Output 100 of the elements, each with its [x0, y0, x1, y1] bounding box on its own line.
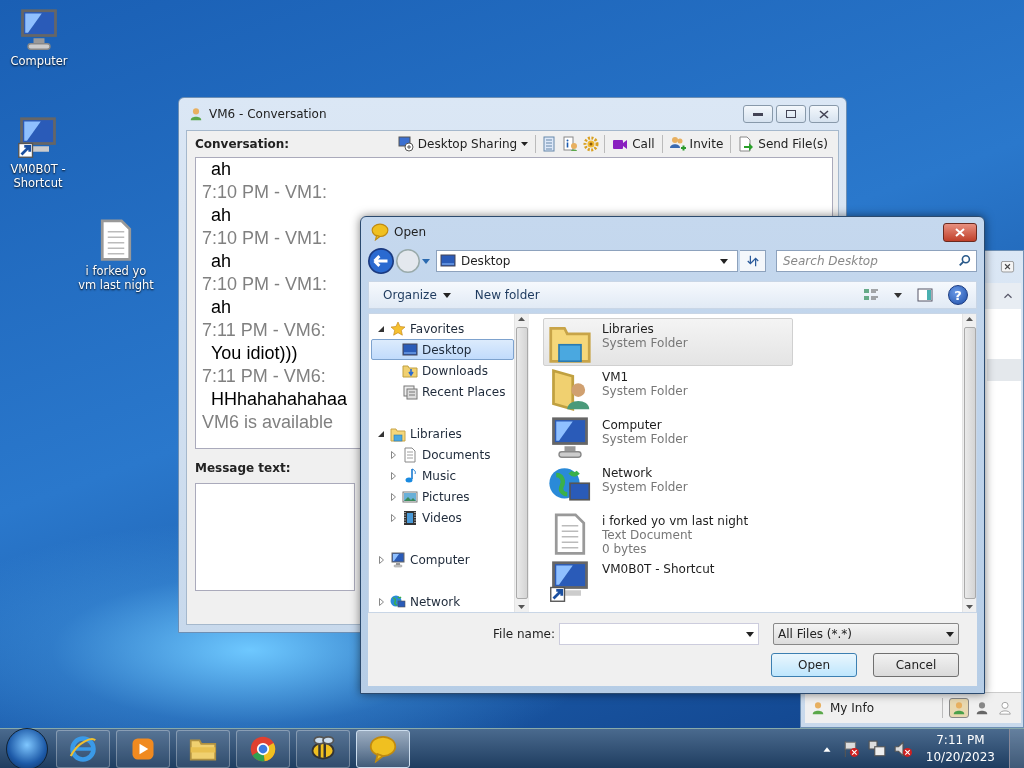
person-icon: [975, 700, 989, 716]
dropdown-arrow-icon: [521, 142, 529, 146]
expand-arrow-icon[interactable]: [390, 513, 396, 522]
restore-button[interactable]: [776, 105, 806, 123]
file-item[interactable]: VM0B0T - Shortcut: [543, 558, 793, 606]
expand-arrow-icon[interactable]: [390, 492, 396, 501]
person-icon: [952, 700, 966, 716]
address-bar[interactable]: Desktop: [436, 250, 738, 272]
person-icon: [189, 106, 203, 122]
nav-tree-item[interactable]: Computer: [371, 549, 514, 570]
expand-arrow-icon[interactable]: [378, 555, 384, 564]
browser-icon: [69, 734, 97, 763]
message-text: ah: [210, 158, 232, 181]
dropdown-arrow-icon: [946, 631, 954, 637]
message-header: 7:11 PM - VM6:: [202, 365, 326, 388]
people-add-icon: [669, 136, 686, 152]
nav-tree-item[interactable]: Documents: [371, 444, 514, 465]
preview-pane-icon[interactable]: [916, 287, 934, 303]
message-header: 7:10 PM - VM1:: [202, 227, 328, 250]
window-title: Open: [394, 225, 427, 239]
scroll-up-arrow-icon[interactable]: [966, 317, 973, 321]
scrollbar[interactable]: [962, 314, 976, 612]
expand-arrow-icon[interactable]: [390, 450, 396, 459]
restore-icon: [786, 110, 796, 118]
person-icon: [811, 700, 825, 716]
new-folder-button[interactable]: New folder: [468, 286, 546, 304]
collapse-arrow-icon[interactable]: [378, 430, 384, 437]
conversation-label: Conversation:: [195, 137, 290, 151]
file-item[interactable]: Network System Folder: [543, 462, 793, 510]
globe-computer-icon: [390, 593, 406, 610]
file-name-field[interactable]: [559, 623, 759, 645]
invite-button[interactable]: Invite: [667, 135, 726, 153]
message-text: ah: [210, 204, 232, 227]
status-text: VM6 is available: [202, 411, 334, 434]
back-button[interactable]: [368, 248, 394, 274]
start-button[interactable]: [6, 727, 48, 768]
nav-tree-item[interactable]: Music: [371, 465, 514, 486]
minimize-button[interactable]: [743, 105, 773, 123]
file-item[interactable]: Computer System Folder: [543, 414, 793, 462]
recent-places-icon: [402, 383, 418, 400]
nav-tree-item[interactable]: Desktop: [371, 339, 514, 360]
search-field[interactable]: Search Desktop: [776, 250, 977, 272]
nav-tree-item[interactable]: Favorites: [371, 318, 514, 339]
nav-tree-item[interactable]: Pictures: [371, 486, 514, 507]
picture-icon: [402, 488, 418, 505]
organize-button[interactable]: Organize: [377, 286, 457, 304]
message-input[interactable]: [195, 483, 355, 591]
network-icon[interactable]: [867, 739, 886, 758]
file-item[interactable]: i forked yo vm last night Text Document 0 bytes: [543, 510, 793, 558]
person-icon: [998, 700, 1012, 716]
desktop-icon-label[interactable]: VM0B0T - Shortcut: [8, 163, 68, 191]
speaker-icon[interactable]: [893, 739, 912, 758]
file-name-label: File name:: [493, 627, 555, 641]
nav-tree-item[interactable]: Downloads: [371, 360, 514, 381]
expand-arrow-icon[interactable]: [390, 471, 396, 480]
info-icon[interactable]: [562, 136, 579, 152]
call-button[interactable]: Call: [610, 135, 657, 153]
send-file-icon: [738, 136, 755, 152]
refresh-button[interactable]: [740, 250, 766, 272]
collapse-arrow-icon[interactable]: [378, 325, 384, 332]
clock[interactable]: 7:11 PM 10/20/2023: [925, 731, 995, 766]
scroll-down-arrow-icon[interactable]: [518, 605, 525, 609]
message-header: 7:10 PM - VM1:: [202, 273, 328, 296]
message-label: Message text:: [195, 461, 291, 475]
search-icon[interactable]: [958, 254, 972, 268]
nav-tree-item[interactable]: Videos: [371, 507, 514, 528]
close-button[interactable]: [1000, 260, 1015, 274]
scroll-down-arrow-icon[interactable]: [966, 605, 973, 609]
desktop-icon: [402, 341, 418, 358]
file-item[interactable]: Libraries System Folder: [543, 318, 793, 366]
open-button[interactable]: Open: [771, 653, 857, 677]
document-icon: [402, 446, 418, 463]
minimize-icon: [753, 112, 763, 116]
desktop-icon-label[interactable]: Computer: [9, 55, 69, 69]
monitor-icon: [397, 136, 414, 152]
nav-tree-item[interactable]: Recent Places: [371, 381, 514, 402]
desktop-icon: [440, 253, 456, 269]
close-button[interactable]: [943, 222, 977, 242]
desktop-icon-label[interactable]: i forked yo vm last night: [78, 265, 154, 293]
downloads-folder-icon: [402, 362, 418, 379]
file-item[interactable]: VM1 System Folder: [543, 366, 793, 414]
close-button[interactable]: [809, 105, 839, 123]
computer-icon: [390, 551, 406, 568]
star-icon: [390, 320, 406, 337]
my-info-button[interactable]: My Info: [811, 700, 874, 716]
history-dropdown-icon[interactable]: [422, 258, 430, 264]
library-folder-icon: [390, 425, 406, 442]
taskbar-button[interactable]: [356, 729, 410, 768]
send-files-button[interactable]: Send File(s): [736, 135, 830, 153]
expand-arrow-icon[interactable]: [378, 597, 384, 606]
file-type-dropdown[interactable]: All Files (*.*): [773, 623, 959, 645]
desktop-sharing-button[interactable]: Desktop Sharing: [395, 135, 531, 153]
status-button[interactable]: [949, 698, 969, 718]
refresh-icon: [745, 254, 760, 268]
scrollbar[interactable]: [514, 314, 528, 612]
dropdown-arrow-icon[interactable]: [894, 292, 902, 298]
nav-tree-item[interactable]: Network: [371, 591, 514, 612]
cancel-button[interactable]: Cancel: [873, 653, 959, 677]
scroll-up-arrow-icon[interactable]: [518, 317, 525, 321]
nav-tree-item[interactable]: Libraries: [371, 423, 514, 444]
